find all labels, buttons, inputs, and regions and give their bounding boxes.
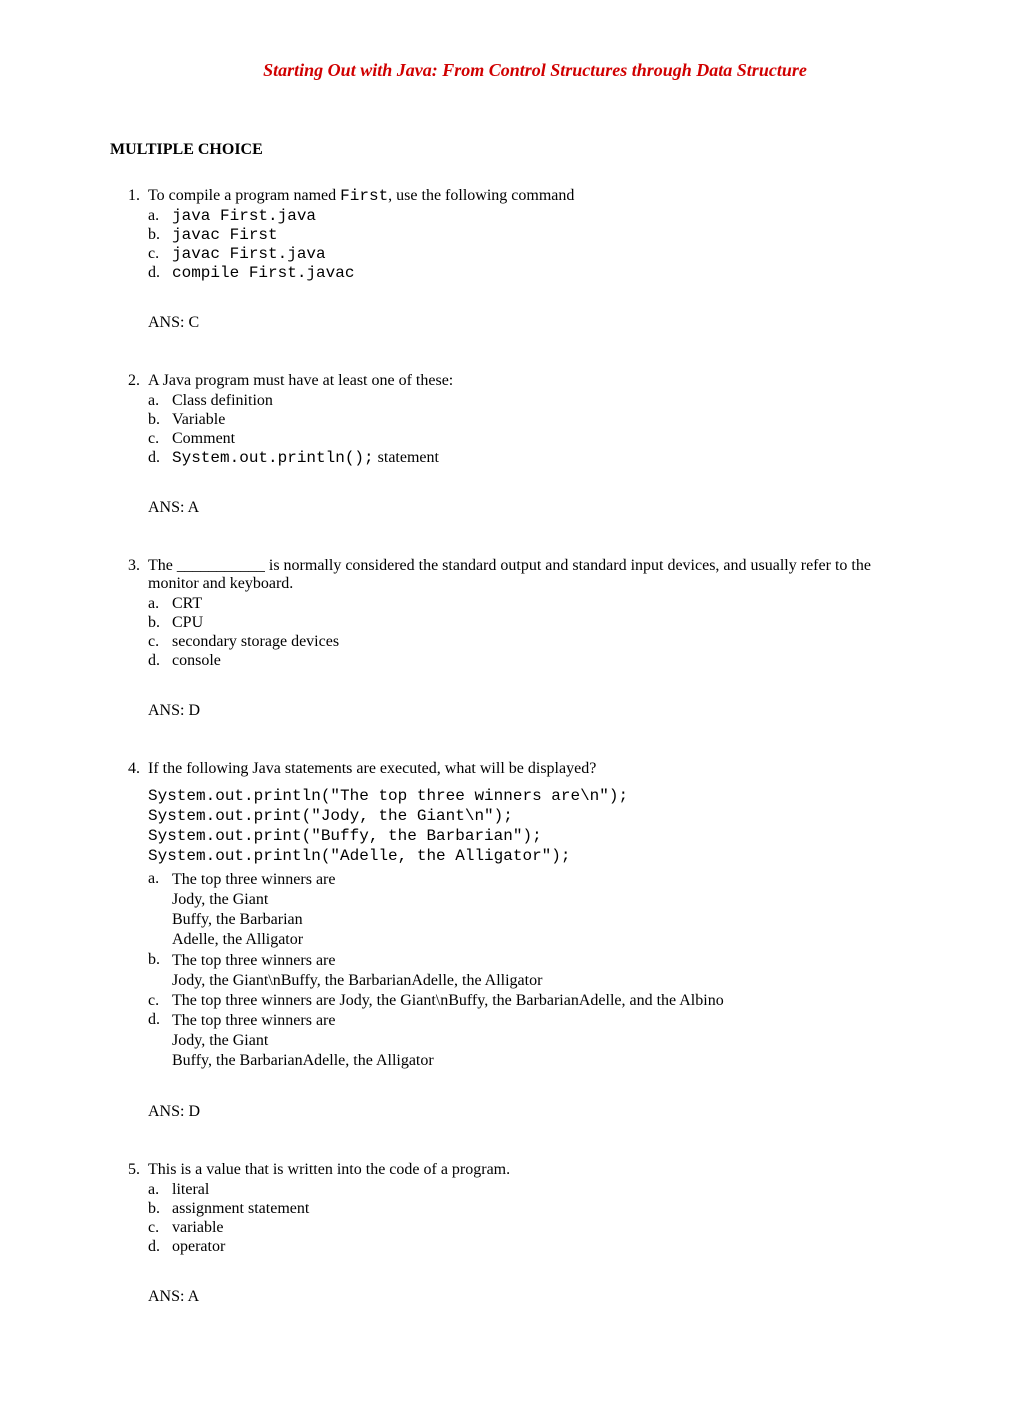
option-label: c. [148, 633, 172, 651]
page-header-title: Starting Out with Java: From Control Str… [160, 60, 910, 81]
question-stem: A Java program must have at least one of… [148, 372, 910, 390]
option-line: The top three winners are [172, 870, 910, 890]
option-c: c. secondary storage devices [148, 633, 910, 651]
option-code: System.out.println(); [172, 449, 374, 467]
option-label: d. [148, 264, 172, 282]
question-number: 2. [110, 372, 148, 517]
option-b: b. CPU [148, 614, 910, 632]
option-text: secondary storage devices [172, 633, 910, 651]
option-d: d. console [148, 652, 910, 670]
option-a: a. Class definition [148, 392, 910, 410]
option-b: b. The top three winners are Jody, the G… [148, 951, 910, 991]
option-label: d. [148, 652, 172, 670]
option-label: c. [148, 430, 172, 448]
option-a: a. literal [148, 1181, 910, 1199]
option-a: a. CRT [148, 595, 910, 613]
option-label: a. [148, 392, 172, 410]
option-c: c. Comment [148, 430, 910, 448]
option-text: The top three winners are Jody, the Gian… [172, 951, 910, 991]
option-line: Jody, the Giant [172, 890, 910, 910]
option-text: Class definition [172, 392, 910, 410]
option-label: d. [148, 449, 172, 467]
option-label: d. [148, 1238, 172, 1256]
option-text: CPU [172, 614, 910, 632]
answer: ANS: D [148, 1103, 910, 1121]
option-line: The top three winners are [172, 1011, 910, 1031]
option-b: b. assignment statement [148, 1200, 910, 1218]
option-line: Jody, the Giant [172, 1031, 910, 1051]
question-3: 3. The ___________ is normally considere… [110, 557, 910, 720]
option-text: The top three winners are Jody, the Gian… [172, 870, 910, 950]
option-label: d. [148, 1011, 172, 1071]
option-label: a. [148, 870, 172, 950]
option-label: b. [148, 226, 172, 244]
option-text: javac First.java [172, 245, 910, 263]
option-text: Variable [172, 411, 910, 429]
option-text: variable [172, 1219, 910, 1237]
option-label: a. [148, 595, 172, 613]
option-text: javac First [172, 226, 910, 244]
option-label: b. [148, 1200, 172, 1218]
question-number: 4. [110, 760, 148, 1121]
option-line: Buffy, the Barbarian [172, 910, 910, 930]
option-text: java First.java [172, 207, 910, 225]
option-label: c. [148, 992, 172, 1010]
option-c: c. javac First.java [148, 245, 910, 263]
option-a: a. The top three winners are Jody, the G… [148, 870, 910, 950]
option-label: b. [148, 951, 172, 991]
code-block: System.out.println("The top three winner… [148, 786, 910, 866]
question-2: 2. A Java program must have at least one… [110, 372, 910, 517]
question-stem: If the following Java statements are exe… [148, 760, 910, 778]
option-label: b. [148, 614, 172, 632]
option-line: Buffy, the BarbarianAdelle, the Alligato… [172, 1051, 910, 1071]
option-text-post: statement [374, 449, 439, 466]
question-number: 1. [110, 187, 148, 332]
option-text: CRT [172, 595, 910, 613]
option-line: Adelle, the Alligator [172, 930, 910, 950]
option-c: c. The top three winners are Jody, the G… [148, 992, 910, 1010]
question-stem: This is a value that is written into the… [148, 1161, 910, 1179]
option-d: d. System.out.println(); statement [148, 449, 910, 467]
question-4: 4. If the following Java statements are … [110, 760, 910, 1121]
question-stem: The ___________ is normally considered t… [148, 557, 910, 593]
option-text: console [172, 652, 910, 670]
option-label: c. [148, 245, 172, 263]
section-heading: MULTIPLE CHOICE [110, 141, 910, 159]
option-d: d. operator [148, 1238, 910, 1256]
answer: ANS: D [148, 702, 910, 720]
option-text: The top three winners are Jody, the Gian… [172, 992, 910, 1010]
option-b: b. javac First [148, 226, 910, 244]
answer: ANS: A [148, 1288, 910, 1306]
option-d: d. compile First.javac [148, 264, 910, 282]
option-label: b. [148, 411, 172, 429]
option-label: c. [148, 1219, 172, 1237]
option-label: a. [148, 207, 172, 225]
stem-text-pre: To compile a program named [148, 187, 340, 204]
question-5: 5. This is a value that is written into … [110, 1161, 910, 1306]
option-b: b. Variable [148, 411, 910, 429]
stem-text-post: , use the following command [388, 187, 574, 204]
option-text: The top three winners are Jody, the Gian… [172, 1011, 910, 1071]
answer: ANS: C [148, 314, 910, 332]
question-number: 3. [110, 557, 148, 720]
option-label: a. [148, 1181, 172, 1199]
question-1: 1. To compile a program named First, use… [110, 187, 910, 332]
option-text: literal [172, 1181, 910, 1199]
option-line: The top three winners are [172, 951, 910, 971]
option-text: compile First.javac [172, 264, 910, 282]
answer: ANS: A [148, 499, 910, 517]
option-line: Jody, the Giant\nBuffy, the BarbarianAde… [172, 971, 910, 991]
question-number: 5. [110, 1161, 148, 1306]
option-c: c. variable [148, 1219, 910, 1237]
option-text: assignment statement [172, 1200, 910, 1218]
option-text: System.out.println(); statement [172, 449, 910, 467]
option-text: Comment [172, 430, 910, 448]
option-a: a. java First.java [148, 207, 910, 225]
option-d: d. The top three winners are Jody, the G… [148, 1011, 910, 1071]
stem-code: First [340, 187, 388, 205]
option-text: operator [172, 1238, 910, 1256]
question-stem: To compile a program named First, use th… [148, 187, 910, 205]
